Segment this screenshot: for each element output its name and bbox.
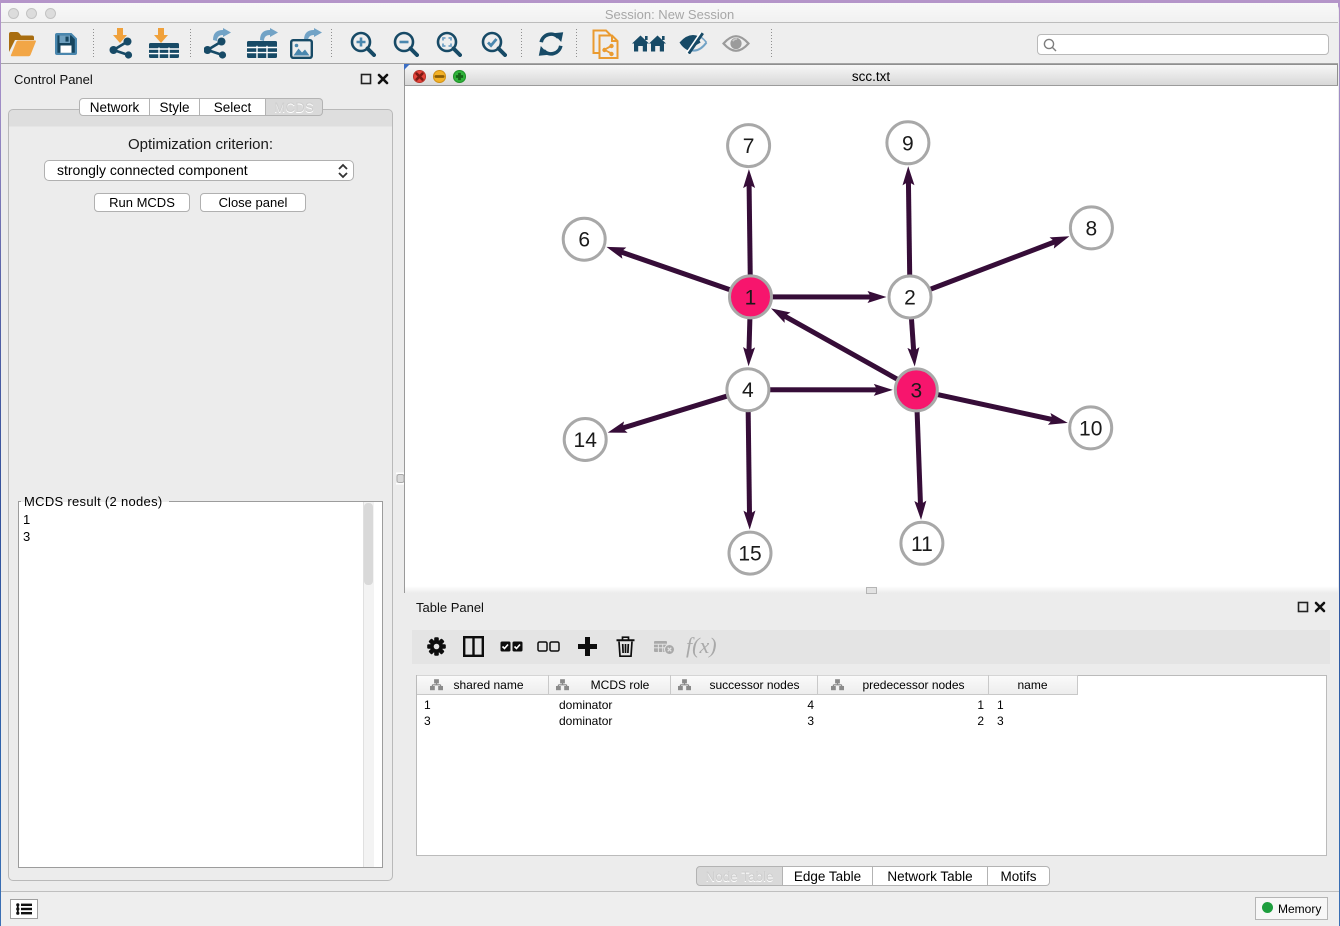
svg-text:6: 6 bbox=[578, 229, 590, 252]
svg-text:2: 2 bbox=[904, 287, 916, 310]
svg-text:1: 1 bbox=[745, 286, 757, 309]
svg-text:7: 7 bbox=[743, 135, 755, 158]
svg-text:3: 3 bbox=[910, 379, 922, 402]
svg-text:8: 8 bbox=[1086, 217, 1098, 240]
svg-text:11: 11 bbox=[911, 533, 933, 556]
svg-text:10: 10 bbox=[1079, 417, 1102, 440]
svg-text:15: 15 bbox=[738, 543, 761, 566]
svg-text:9: 9 bbox=[902, 132, 914, 155]
svg-text:4: 4 bbox=[742, 379, 754, 402]
svg-text:14: 14 bbox=[574, 429, 598, 452]
